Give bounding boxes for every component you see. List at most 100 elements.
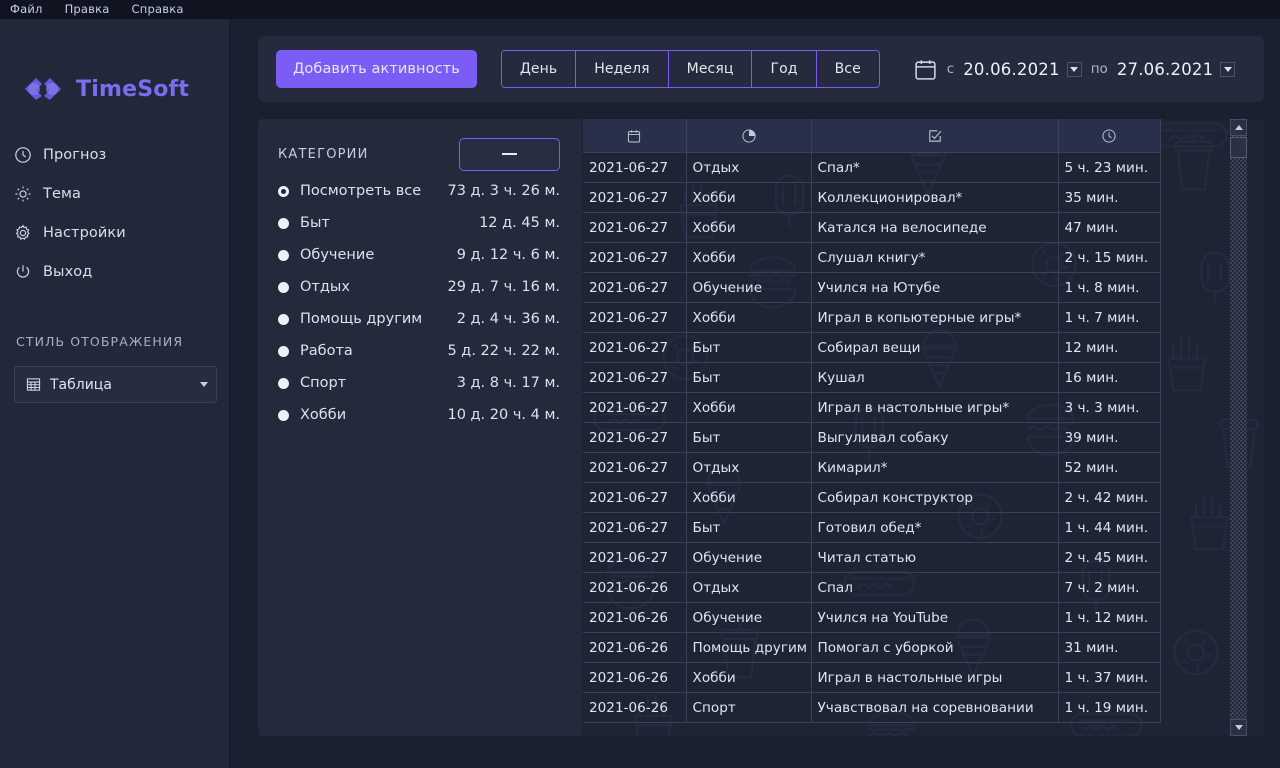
radio-dot-icon (278, 217, 289, 229)
radio-dot-icon (278, 249, 289, 261)
display-style-select[interactable]: Таблица (14, 366, 217, 403)
sidebar-item-label: Прогноз (43, 146, 107, 163)
table-row[interactable]: 2021-06-27 Хобби Играл в копьютерные игры*… (583, 302, 1161, 333)
menu-help[interactable]: Справка (132, 0, 184, 19)
category-item[interactable]: Быт 12 д. 45 м. (278, 207, 560, 239)
cell-date: 2021-06-27 (583, 422, 687, 453)
cell-duration: 1 ч. 12 мин. (1058, 602, 1161, 633)
table-row[interactable]: 2021-06-26 Спорт Учавствовал на соревнован… (583, 692, 1161, 723)
cell-date: 2021-06-27 (583, 272, 687, 303)
table-row[interactable]: 2021-06-26 Помощь другим Помогал с уборкой… (583, 632, 1161, 663)
range-year-button[interactable]: Год (752, 51, 817, 87)
column-date[interactable] (583, 119, 687, 153)
category-item[interactable]: Работа 5 д. 22 ч. 22 м. (278, 335, 560, 367)
scrollbar-track[interactable] (1230, 136, 1247, 719)
activity-table-body: 2021-06-27 Отдых Спал* 5 ч. 23 мин. 2021-06-… (583, 152, 1161, 723)
main-content: Добавить активность День Неделя Месяц Го… (230, 19, 1280, 768)
table-row[interactable]: 2021-06-27 Хобби Катался на велосипеде 47 м… (583, 212, 1161, 243)
table-row[interactable]: 2021-06-26 Отдых Спал 7 ч. 2 мин. (583, 572, 1161, 603)
categories-title: КАТЕГОРИИ (278, 146, 369, 162)
cell-activity: Кимарил* (811, 452, 1059, 483)
category-item[interactable]: Посмотреть все 73 д. 3 ч. 26 м. (278, 175, 560, 207)
cell-date: 2021-06-27 (583, 152, 687, 183)
date-to-picker[interactable]: 27.06.2021 (1116, 59, 1236, 79)
table-row[interactable]: 2021-06-27 Быт Собирал вещи 12 мин. (583, 332, 1161, 363)
table-scroll-area[interactable]: 2021-06-27 Отдых Спал* 5 ч. 23 мин. 2021-06-… (583, 119, 1161, 736)
cell-activity: Спал (811, 572, 1059, 603)
cell-activity: Играл в настольные игры (811, 662, 1059, 693)
chevron-down-icon[interactable] (1220, 61, 1236, 77)
cell-category: Хобби (686, 392, 812, 423)
table-row[interactable]: 2021-06-27 Обучение Читал статью 2 ч. 45 ми… (583, 542, 1161, 573)
sidebar-item-label: Настройки (43, 224, 126, 241)
cell-duration: 1 ч. 8 мин. (1058, 272, 1161, 303)
scrollbar-thumb[interactable] (1230, 137, 1247, 158)
column-activity[interactable] (811, 119, 1059, 153)
sidebar-item-theme[interactable]: Тема (0, 174, 229, 213)
column-duration[interactable] (1058, 119, 1161, 153)
category-item[interactable]: Отдых 29 д. 7 ч. 16 м. (278, 271, 560, 303)
category-item[interactable]: Хобби 10 д. 20 ч. 4 м. (278, 399, 560, 431)
cell-date: 2021-06-26 (583, 632, 687, 663)
arrow-up-icon (1234, 125, 1243, 130)
sidebar-item-logout[interactable]: Выход (0, 252, 229, 291)
category-name: Обучение (300, 247, 375, 263)
table-row[interactable]: 2021-06-26 Хобби Играл в настольные игры 1 … (583, 662, 1161, 693)
table-row[interactable]: 2021-06-27 Быт Кушал 16 мин. (583, 362, 1161, 393)
cell-category: Хобби (686, 662, 812, 693)
cell-date: 2021-06-27 (583, 362, 687, 393)
sidebar-item-label: Тема (43, 185, 82, 202)
cell-duration: 12 мин. (1058, 332, 1161, 363)
cell-category: Хобби (686, 182, 812, 213)
table-row[interactable]: 2021-06-27 Обучение Учился на Ютубе 1 ч. 8 … (583, 272, 1161, 303)
date-from-picker[interactable]: 20.06.2021 (963, 60, 1082, 79)
table-row[interactable]: 2021-06-27 Быт Выгуливал собаку 39 мин. (583, 422, 1161, 453)
table-row[interactable]: 2021-06-27 Отдых Спал* 5 ч. 23 мин. (583, 152, 1161, 183)
category-name: Быт (300, 215, 330, 231)
range-day-button[interactable]: День (501, 51, 577, 87)
add-activity-button[interactable]: Добавить активность (276, 50, 477, 88)
date-to-preposition: по (1090, 61, 1108, 77)
clock-icon (14, 146, 32, 164)
table-row[interactable]: 2021-06-27 Хобби Слушал книгу* 2 ч. 15 мин. (583, 242, 1161, 273)
cell-category: Хобби (686, 242, 812, 273)
menu-edit[interactable]: Правка (65, 0, 110, 19)
cell-activity: Играл в настольные игры* (811, 392, 1059, 423)
cell-duration: 39 мин. (1058, 422, 1161, 453)
calendar-icon (583, 119, 686, 152)
range-all-button[interactable]: Все (816, 51, 879, 87)
category-item[interactable]: Спорт 3 д. 8 ч. 17 м. (278, 367, 560, 399)
category-total-time: 12 д. 45 м. (479, 215, 560, 231)
cell-duration: 5 ч. 23 мин. (1058, 152, 1161, 183)
cell-date: 2021-06-27 (583, 512, 687, 543)
category-item[interactable]: Помощь другим 2 д. 4 ч. 36 м. (278, 303, 560, 335)
toolbar: Добавить активность День Неделя Месяц Го… (258, 36, 1264, 102)
table-row[interactable]: 2021-06-27 Хобби Коллекционировал* 35 мин. (583, 182, 1161, 213)
cell-activity: Учавствовал на соревновании (811, 692, 1059, 723)
cell-duration: 7 ч. 2 мин. (1058, 572, 1161, 603)
cell-duration: 31 мин. (1058, 632, 1161, 663)
menu-file[interactable]: Файл (10, 0, 43, 19)
collapse-categories-button[interactable] (459, 137, 560, 171)
table-row[interactable]: 2021-06-27 Быт Готовил обед* 1 ч. 44 мин. (583, 512, 1161, 543)
minus-icon (502, 153, 517, 155)
category-item[interactable]: Обучение 9 д. 12 ч. 6 м. (278, 239, 560, 271)
range-month-button[interactable]: Месяц (668, 51, 753, 87)
scroll-down-button[interactable] (1230, 719, 1247, 736)
chevron-down-icon[interactable] (1066, 61, 1082, 77)
range-week-button[interactable]: Неделя (576, 51, 669, 87)
cell-activity: Слушал книгу* (811, 242, 1059, 273)
sidebar-item-settings[interactable]: Настройки (0, 213, 229, 252)
column-category[interactable] (686, 119, 812, 153)
vertical-scrollbar[interactable] (1230, 119, 1247, 736)
table-row[interactable]: 2021-06-27 Хобби Собирал конструктор 2 ч. 4… (583, 482, 1161, 513)
radio-dot-icon (278, 409, 289, 421)
radio-dot-icon (278, 281, 289, 293)
cell-category: Быт (686, 332, 812, 363)
sidebar-item-forecast[interactable]: Прогноз (0, 135, 229, 174)
date-to-value: 27.06.2021 (1116, 59, 1214, 79)
table-row[interactable]: 2021-06-27 Хобби Играл в настольные игры* 3… (583, 392, 1161, 423)
table-row[interactable]: 2021-06-26 Обучение Учился на YouTube 1 ч. … (583, 602, 1161, 633)
table-row[interactable]: 2021-06-27 Отдых Кимарил* 52 мин. (583, 452, 1161, 483)
scroll-up-button[interactable] (1230, 119, 1247, 136)
